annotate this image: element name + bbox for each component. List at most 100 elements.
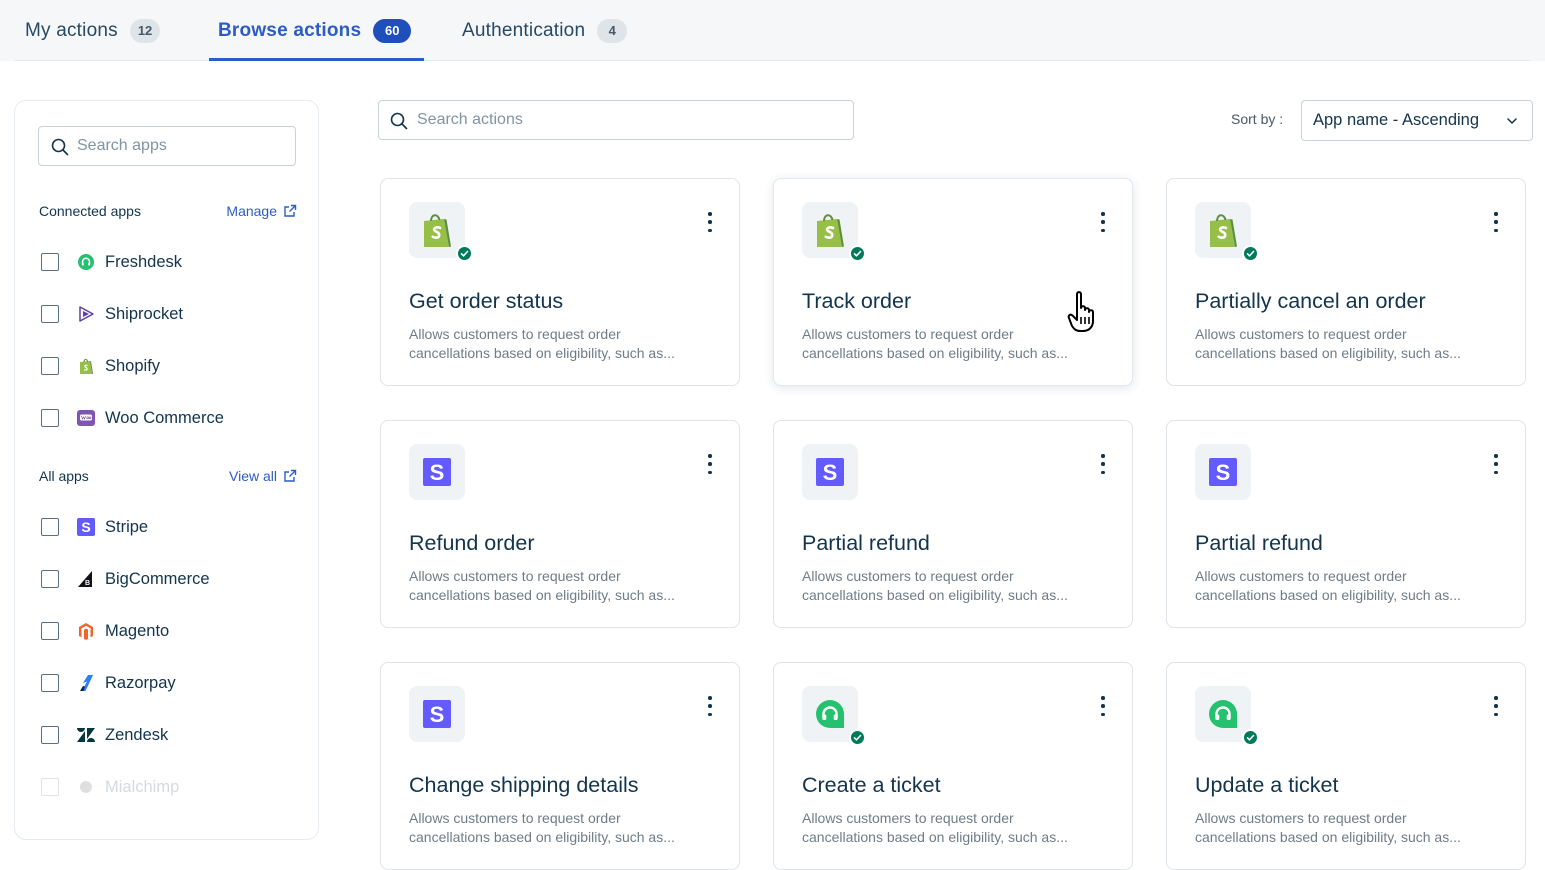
stripe-logo-icon: S <box>409 686 465 742</box>
view-all-link[interactable]: View all <box>229 468 297 484</box>
checkbox[interactable] <box>41 518 59 536</box>
app-filter-mialchimp[interactable]: Mialchimp <box>41 776 179 798</box>
manage-link-label: Manage <box>226 203 277 219</box>
more-options-icon[interactable] <box>1098 454 1108 474</box>
app-filter-sidebar: Search apps Connected apps Manage Freshd… <box>14 100 319 840</box>
more-options-icon[interactable] <box>705 212 715 232</box>
manage-link[interactable]: Manage <box>226 203 297 219</box>
shiprocket-logo-icon <box>76 304 96 324</box>
more-options-icon[interactable] <box>1491 454 1501 474</box>
action-card[interactable]: S Partial refund Allows customers to reque… <box>1166 420 1526 628</box>
action-description: Allows customers to request order cancell… <box>802 325 1102 363</box>
action-title: Create a ticket <box>802 773 941 797</box>
hand-cursor-icon <box>1067 291 1094 332</box>
more-options-icon[interactable] <box>1491 696 1501 716</box>
action-title: Partially cancel an order <box>1195 289 1426 313</box>
action-card[interactable]: Get order status Allows customers to requ… <box>380 178 740 386</box>
app-name: Shiprocket <box>105 304 183 323</box>
checkbox[interactable] <box>41 674 59 692</box>
action-title: Update a ticket <box>1195 773 1339 797</box>
description-line: cancellations based on eligibility, such… <box>409 829 675 845</box>
action-title: Partial refund <box>802 531 930 555</box>
tab-label: Browse actions <box>218 19 362 41</box>
razorpay-logo-icon <box>76 673 96 693</box>
tab-count-badge: 12 <box>129 18 161 43</box>
search-apps-input[interactable]: Search apps <box>38 126 296 166</box>
checkbox[interactable] <box>41 409 59 427</box>
action-description: Allows customers to request order cancell… <box>802 567 1102 605</box>
app-filter-stripe[interactable]: S Stripe <box>41 516 148 538</box>
more-options-icon[interactable] <box>1098 696 1108 716</box>
app-filter-zendesk[interactable]: Zendesk <box>41 724 168 746</box>
tab-my-actions[interactable]: My actions 12 <box>25 0 161 61</box>
bigcommerce-logo-icon: B <box>76 569 96 589</box>
app-filter-razorpay[interactable]: Razorpay <box>41 672 176 694</box>
checkbox[interactable] <box>41 253 59 271</box>
connected-check-icon <box>1242 729 1259 746</box>
tab-browse-actions[interactable]: Browse actions 60 <box>218 0 412 61</box>
checkbox[interactable] <box>41 622 59 640</box>
description-line: cancellations based on eligibility, such… <box>409 587 675 603</box>
app-filter-woo-commerce[interactable]: Woo Commerce <box>41 407 224 429</box>
more-options-icon[interactable] <box>1491 212 1501 232</box>
connected-check-icon <box>1242 245 1259 262</box>
app-name: Shopify <box>105 356 161 375</box>
action-description: Allows customers to request order cancell… <box>1195 325 1495 363</box>
app-name: Freshdesk <box>105 252 183 271</box>
action-card[interactable]: S Partial refund Allows customers to reque… <box>773 420 1133 628</box>
svg-text:S: S <box>81 519 90 535</box>
active-tab-indicator <box>209 58 424 61</box>
mailchimp-logo-icon <box>76 777 96 797</box>
checkbox[interactable] <box>41 726 59 744</box>
checkbox[interactable] <box>41 778 59 796</box>
more-options-icon[interactable] <box>1098 212 1108 232</box>
shopify-logo-icon <box>76 356 96 376</box>
stripe-logo-icon: S <box>802 444 858 500</box>
description-line: Allows customers to request order <box>409 326 621 342</box>
app-name: Zendesk <box>105 725 169 744</box>
action-card[interactable]: Create a ticket Allows customers to reque… <box>773 662 1133 870</box>
description-line: cancellations based on eligibility, such… <box>802 345 1068 361</box>
external-link-icon <box>284 204 297 217</box>
tab-count-badge: 60 <box>373 18 412 43</box>
checkbox[interactable] <box>41 305 59 323</box>
app-filter-shiprocket[interactable]: Shiprocket <box>41 303 183 325</box>
sort-by-label: Sort by : <box>1231 111 1284 127</box>
svg-text:S: S <box>430 460 445 485</box>
search-actions-input[interactable]: Search actions <box>378 100 854 140</box>
search-apps-placeholder: Search apps <box>77 137 167 154</box>
app-filter-bigcommerce[interactable]: B BigCommerce <box>41 568 210 590</box>
app-name: Woo Commerce <box>105 408 224 427</box>
app-name: Magento <box>105 621 170 640</box>
tab-label: Authentication <box>462 19 586 41</box>
more-options-icon[interactable] <box>705 696 715 716</box>
tab-count-badge: 4 <box>597 18 628 43</box>
tab-label: My actions <box>25 19 118 41</box>
action-description: Allows customers to request order cancell… <box>1195 567 1495 605</box>
action-card[interactable]: Partially cancel an order Allows customer… <box>1166 178 1526 386</box>
app-filter-magento[interactable]: Magento <box>41 620 169 642</box>
action-title: Track order <box>802 289 912 313</box>
action-description: Allows customers to request order cancell… <box>409 809 709 847</box>
description-line: Allows customers to request order <box>802 326 1014 342</box>
connected-check-icon <box>849 729 866 746</box>
svg-text:S: S <box>1216 460 1231 485</box>
action-card[interactable]: Track order Allows customers to request o… <box>773 178 1133 386</box>
zendesk-logo-icon <box>76 725 96 745</box>
stripe-logo-icon: S <box>76 517 96 537</box>
action-card[interactable]: Update a ticket Allows customers to reque… <box>1166 662 1526 870</box>
checkbox[interactable] <box>41 570 59 588</box>
description-line: Allows customers to request order <box>409 568 621 584</box>
search-icon <box>51 138 69 156</box>
more-options-icon[interactable] <box>705 454 715 474</box>
checkbox[interactable] <box>41 357 59 375</box>
connected-apps-header: Connected apps Manage <box>39 203 297 219</box>
action-card[interactable]: S Change shipping details Allows customers… <box>380 662 740 870</box>
action-card[interactable]: S Refund order Allows customers to request… <box>380 420 740 628</box>
description-line: Allows customers to request order <box>1195 326 1407 342</box>
tab-authentication[interactable]: Authentication 4 <box>462 0 628 61</box>
app-filter-shopify[interactable]: Shopify <box>41 355 160 377</box>
app-filter-freshdesk[interactable]: Freshdesk <box>41 251 182 273</box>
view-all-link-label: View all <box>229 468 277 484</box>
sort-by-dropdown[interactable]: App name - Ascending <box>1301 100 1533 141</box>
